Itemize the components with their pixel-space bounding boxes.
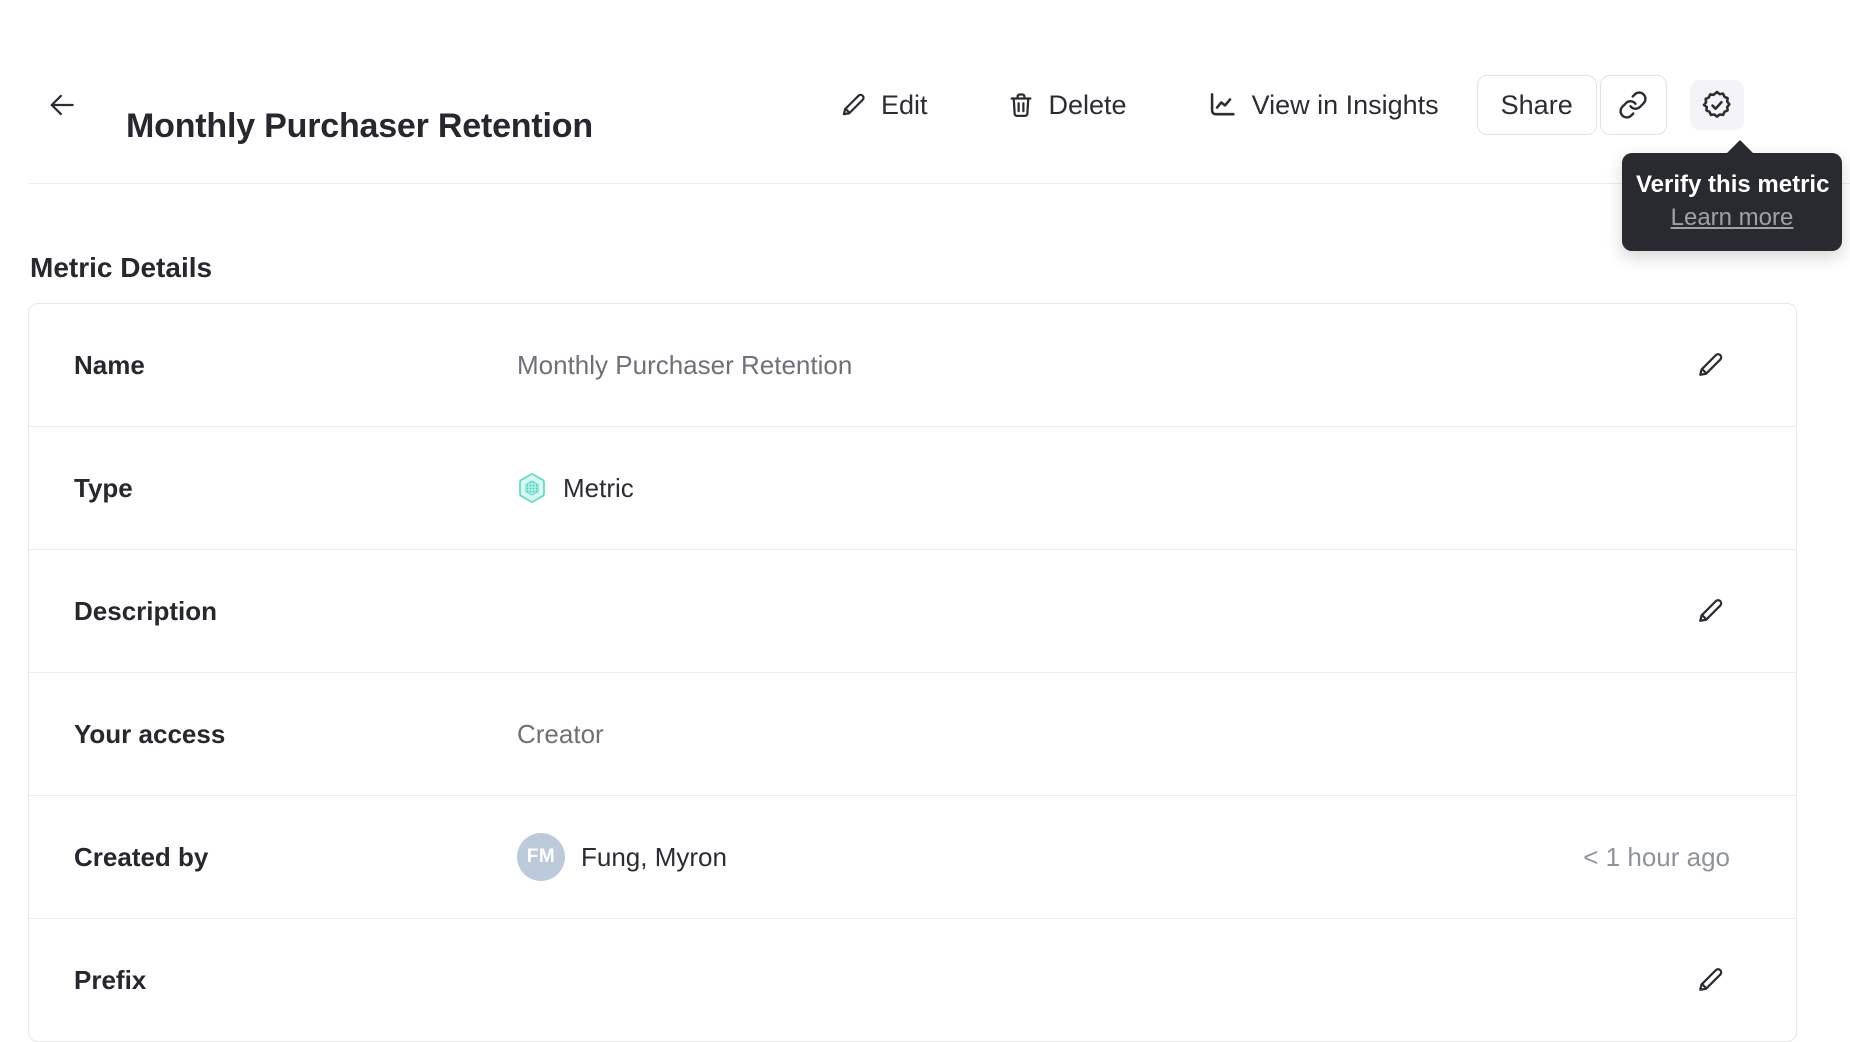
share-button[interactable]: Share [1476,75,1597,135]
type-label: Type [74,472,133,503]
detail-row-your-access: Your access Creator [29,673,1796,796]
back-arrow-icon [45,88,79,122]
edit-label: Edit [881,89,928,120]
edit-button[interactable]: Edit [838,90,928,121]
delete-button[interactable]: Delete [1006,90,1127,121]
learn-more-link[interactable]: Learn more [1671,203,1794,233]
toolbar: Edit Delete View in Insights Share [838,75,1744,135]
back-button[interactable] [44,87,80,123]
type-value: Metric [563,472,634,503]
page-title: Monthly Purchaser Retention [126,106,593,145]
pencil-icon [1694,964,1726,996]
section-title: Metric Details [30,252,213,284]
view-in-insights-button[interactable]: View in Insights [1205,88,1439,122]
pencil-icon [838,90,868,120]
view-in-insights-label: View in Insights [1251,89,1439,120]
verify-badge-icon [1700,88,1734,122]
trash-icon [1006,90,1036,120]
pencil-icon [1694,595,1726,627]
delete-label: Delete [1048,89,1127,120]
edit-description-button[interactable] [1690,591,1730,631]
avatar: FM [517,833,565,881]
detail-row-description: Description [29,550,1796,673]
prefix-label: Prefix [74,964,147,995]
edit-prefix-button[interactable] [1690,960,1730,1000]
detail-row-prefix: Prefix [29,919,1796,1041]
metric-details-card: Name Monthly Purchaser Retention Type Me… [28,303,1797,1042]
share-label: Share [1500,89,1573,120]
header-divider [28,183,1850,184]
link-icon [1618,90,1648,120]
name-label: Name [74,349,145,380]
description-label: Description [74,595,218,626]
verify-tooltip: Verify this metric Learn more [1622,140,1842,251]
name-value: Monthly Purchaser Retention [517,349,853,380]
detail-row-name: Name Monthly Purchaser Retention [29,304,1796,427]
metric-hexagon-icon [517,472,547,504]
edit-name-button[interactable] [1690,345,1730,385]
created-by-value: Fung, Myron [581,841,727,872]
created-timestamp: < 1 hour ago [1583,841,1730,872]
verify-tooltip-title: Verify this metric [1636,171,1830,198]
line-chart-icon [1205,88,1239,122]
detail-row-created-by: Created by FM Fung, Myron < 1 hour ago [29,796,1796,919]
pencil-icon [1694,349,1726,381]
detail-row-type: Type Metric [29,427,1796,550]
your-access-label: Your access [74,718,226,749]
copy-link-button[interactable] [1599,75,1667,135]
your-access-value: Creator [517,718,604,749]
verify-metric-button[interactable] [1689,80,1744,130]
created-by-label: Created by [74,841,209,872]
